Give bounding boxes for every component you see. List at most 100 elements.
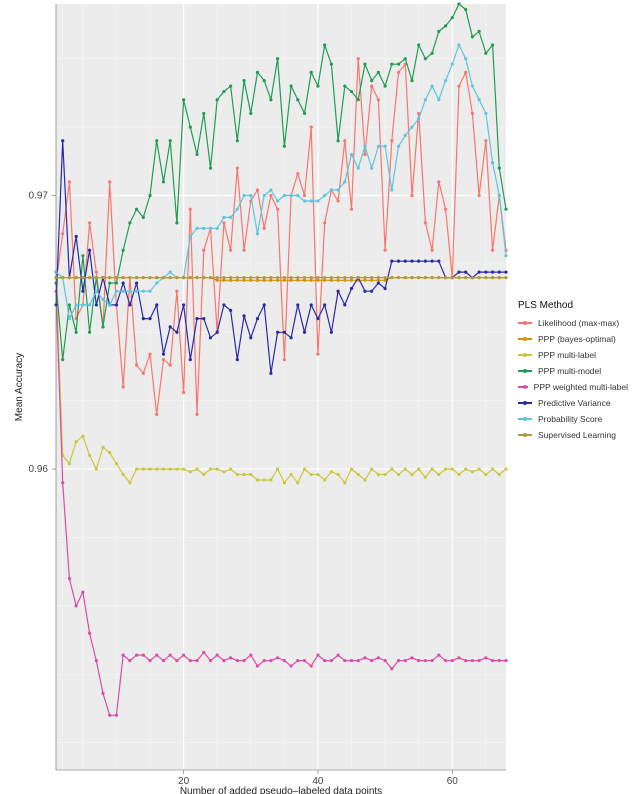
series-point <box>310 473 313 476</box>
series-point <box>189 235 192 238</box>
series-point <box>75 276 78 279</box>
series-point <box>222 303 225 306</box>
series-point <box>363 279 366 282</box>
series-point <box>202 227 205 230</box>
series-point <box>256 478 259 481</box>
series-point <box>95 290 98 293</box>
series-point <box>444 276 447 279</box>
series-point <box>162 180 165 183</box>
series-point <box>437 473 440 476</box>
series-point <box>81 591 84 594</box>
series-point <box>289 279 292 282</box>
series-point <box>437 260 440 263</box>
series-point <box>504 467 507 470</box>
series-point <box>316 654 319 657</box>
series-point <box>263 303 266 306</box>
series-point <box>68 303 71 306</box>
y-axis: 0.960.97 <box>29 4 56 770</box>
series-point <box>296 276 299 279</box>
series-point <box>296 194 299 197</box>
series-point <box>296 481 299 484</box>
series-point <box>437 276 440 279</box>
series-point <box>343 84 346 87</box>
series-point <box>343 139 346 142</box>
series-point <box>115 281 118 284</box>
series-point <box>424 276 427 279</box>
series-point <box>491 43 494 46</box>
series-point <box>283 481 286 484</box>
series-point <box>478 659 481 662</box>
series-point <box>289 473 292 476</box>
series-point <box>437 98 440 101</box>
series-point <box>175 467 178 470</box>
series-point <box>162 467 165 470</box>
series-point <box>182 391 185 394</box>
series-point <box>283 145 286 148</box>
legend-swatch <box>518 386 528 388</box>
series-point <box>330 331 333 334</box>
series-point <box>95 303 98 306</box>
series-point <box>471 276 474 279</box>
series-point <box>242 279 245 282</box>
series-point <box>343 481 346 484</box>
series-point <box>256 276 259 279</box>
series-point <box>316 84 319 87</box>
series-point <box>128 221 131 224</box>
series-point <box>81 290 84 293</box>
series-point <box>169 467 172 470</box>
series-point <box>249 194 252 197</box>
series-point <box>269 659 272 662</box>
series-point <box>189 208 192 211</box>
series-point <box>195 467 198 470</box>
series-point <box>377 145 380 148</box>
series-point <box>75 604 78 607</box>
series-point <box>135 364 138 367</box>
series-point <box>397 276 400 279</box>
series-point <box>88 454 91 457</box>
series-point <box>491 467 494 470</box>
series-point <box>457 271 460 274</box>
series-point <box>316 276 319 279</box>
series-point <box>169 276 172 279</box>
series-point <box>484 271 487 274</box>
series-point <box>269 372 272 375</box>
series-point <box>491 271 494 274</box>
series-point <box>397 71 400 74</box>
series-point <box>216 98 219 101</box>
series-point <box>108 714 111 717</box>
series-point <box>263 227 266 230</box>
series-point <box>444 208 447 211</box>
series-point <box>310 199 313 202</box>
series-point <box>289 276 292 279</box>
series-point <box>142 467 145 470</box>
series-point <box>263 659 266 662</box>
series-point <box>350 659 353 662</box>
series-point <box>88 303 91 306</box>
series-point <box>498 194 501 197</box>
series-point <box>229 249 232 252</box>
series-point <box>384 473 387 476</box>
series-point <box>122 276 125 279</box>
series-point <box>303 279 306 282</box>
series-point <box>242 314 245 317</box>
series-point <box>169 325 172 328</box>
series-point <box>303 467 306 470</box>
series-point <box>330 659 333 662</box>
series-point <box>195 413 198 416</box>
series-point <box>222 216 225 219</box>
series-point <box>289 336 292 339</box>
series-point <box>222 276 225 279</box>
series-point <box>370 659 373 662</box>
series-point <box>478 194 481 197</box>
series-point <box>370 167 373 170</box>
series-point <box>410 473 413 476</box>
series-point <box>323 659 326 662</box>
series-point <box>296 172 299 175</box>
series-point <box>148 467 151 470</box>
series-point <box>464 467 467 470</box>
series-point <box>263 194 266 197</box>
series-point <box>444 79 447 82</box>
series-point <box>484 139 487 142</box>
series-point <box>323 279 326 282</box>
series-point <box>202 112 205 115</box>
